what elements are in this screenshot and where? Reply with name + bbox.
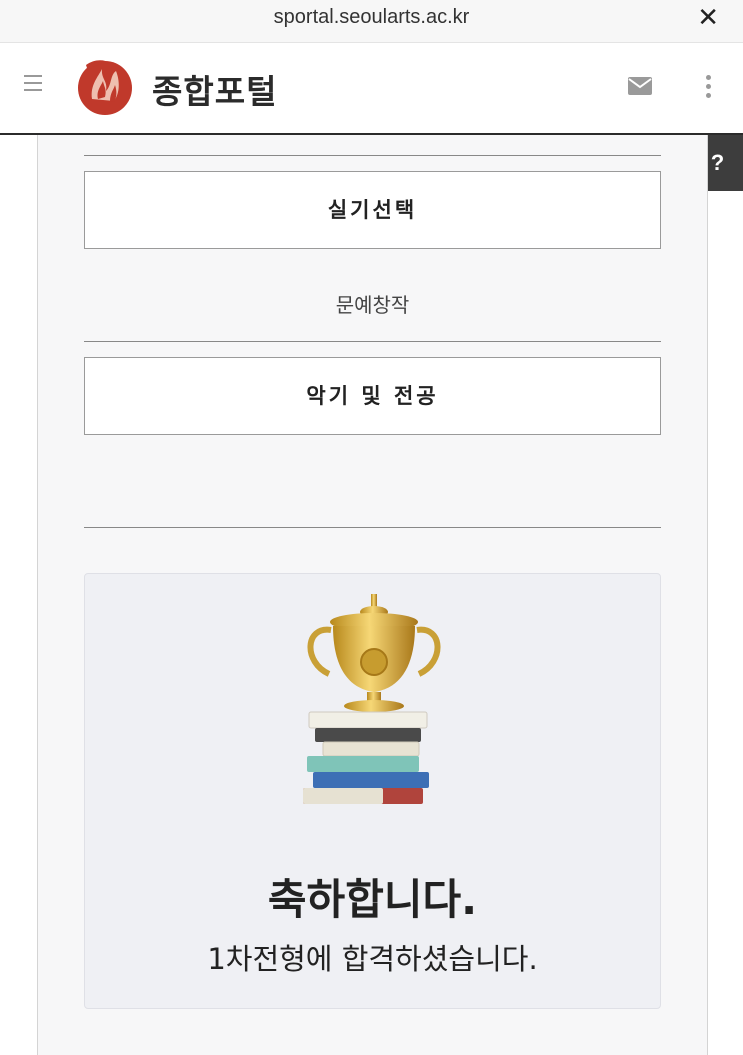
- main-content: 실기선택 문예창작 악기 및 전공 축하합니다. 1차전형에 합격하셨습니다.: [37, 135, 708, 1055]
- url-text[interactable]: sportal.seoularts.ac.kr: [0, 6, 743, 29]
- close-icon[interactable]: ✕: [697, 3, 719, 33]
- divider: [84, 341, 661, 342]
- browser-url-bar: sportal.seoularts.ac.kr ✕: [0, 0, 743, 43]
- trophy-on-books-image: [303, 594, 441, 804]
- more-vertical-icon[interactable]: [703, 75, 713, 99]
- menu-icon[interactable]: [24, 75, 42, 93]
- result-card: 축하합니다. 1차전형에 합격하셨습니다.: [84, 573, 661, 1009]
- pass-message: 1차전형에 합격하셨습니다.: [207, 942, 538, 976]
- app-header: 종합포털: [0, 43, 743, 135]
- instrument-major-button[interactable]: 악기 및 전공: [84, 357, 661, 435]
- mail-icon[interactable]: [628, 77, 652, 95]
- divider: [84, 155, 661, 156]
- university-logo[interactable]: [74, 55, 136, 117]
- practical-select-button[interactable]: 실기선택: [84, 171, 661, 249]
- congratulations-heading: 축하합니다.: [267, 875, 478, 924]
- divider: [84, 527, 661, 528]
- app-title[interactable]: 종합포털: [152, 65, 277, 113]
- practical-choice-value: 문예창작: [335, 293, 410, 317]
